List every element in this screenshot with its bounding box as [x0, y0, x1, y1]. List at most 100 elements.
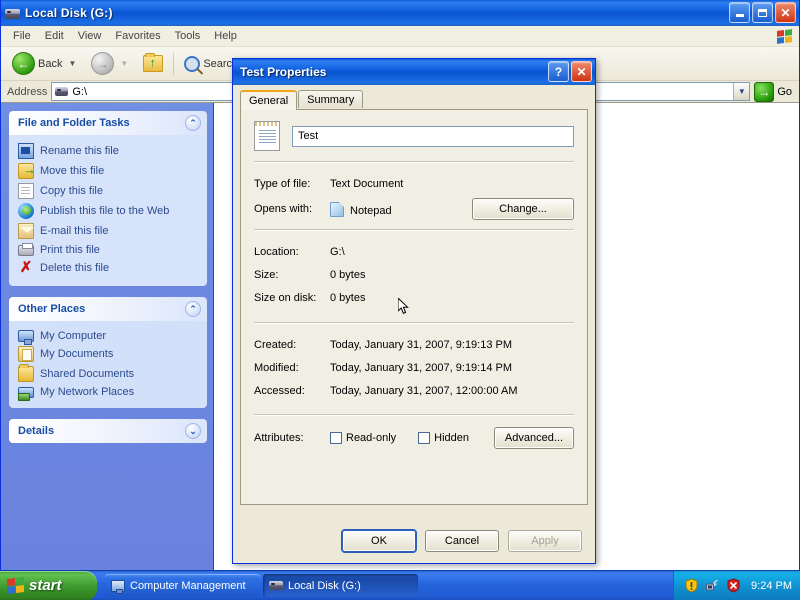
sidebar-item-print-this-file[interactable]: Print this file — [18, 241, 202, 258]
windows-logo-icon — [773, 27, 795, 46]
hidden-label: Hidden — [434, 432, 469, 444]
taskbar: start Computer Management Local Disk (G:… — [0, 570, 800, 600]
explorer-title: Local Disk (G:) — [25, 6, 113, 20]
cancel-button[interactable]: Cancel — [425, 530, 499, 552]
up-folder-icon — [143, 53, 164, 72]
forward-arrow-icon: → — [91, 52, 115, 75]
my-documents-icon — [18, 346, 34, 362]
network-activity-icon[interactable] — [705, 578, 720, 593]
go-label: Go — [777, 85, 792, 98]
properties-dialog: Test Properties ? ✕ General Summary Test… — [232, 58, 596, 564]
menu-view[interactable]: View — [71, 28, 109, 44]
hard-disk-icon — [269, 581, 283, 590]
taskbar-button-local-disk[interactable]: Local Disk (G:) — [263, 574, 418, 597]
taskbar-button-computer-management[interactable]: Computer Management — [105, 574, 260, 597]
system-tray: 9:24 PM — [673, 570, 800, 600]
address-label: Address — [7, 85, 48, 98]
sidebar-item-my-documents[interactable]: My Documents — [18, 344, 202, 364]
menu-edit[interactable]: Edit — [38, 28, 71, 44]
opens-with-value: Notepad — [330, 201, 472, 217]
field-label: Opens with: — [254, 203, 313, 215]
dialog-title: Test Properties — [240, 65, 327, 79]
maximize-restore-button[interactable] — [752, 2, 773, 23]
panel-title: Details — [18, 425, 55, 437]
panel-header[interactable]: Details ⌄ — [9, 419, 207, 443]
chevron-up-icon[interactable]: ⌃ — [185, 115, 201, 131]
help-button[interactable]: ? — [548, 61, 569, 82]
security-alert-shield-icon[interactable] — [684, 578, 699, 593]
back-dropdown-icon[interactable]: ▼ — [68, 59, 76, 68]
dialog-window-controls: ? ✕ — [548, 61, 592, 82]
explorer-titlebar[interactable]: Local Disk (G:) ✕ — [1, 0, 799, 26]
forward-button[interactable]: → ▼ — [86, 50, 136, 77]
advanced-button[interactable]: Advanced... — [493, 427, 574, 449]
sidebar-item-my-network-places[interactable]: My Network Places — [18, 384, 202, 401]
chevron-up-icon[interactable]: ⌃ — [185, 301, 201, 317]
chevron-down-icon[interactable]: ⌄ — [185, 423, 201, 439]
file-name-input[interactable]: Test — [292, 125, 574, 147]
sidebar-item-label: My Computer — [40, 329, 107, 342]
back-button[interactable]: ← Back ▼ — [7, 50, 84, 77]
panel-details: Details ⌄ — [9, 419, 207, 443]
sidebar-item-label: Rename this file — [40, 145, 119, 157]
minimize-button[interactable] — [729, 2, 750, 23]
panel-file-and-folder-tasks: File and Folder Tasks ⌃ Rename this file… — [9, 111, 207, 286]
file-name-row: Test — [254, 121, 574, 151]
checkbox-box[interactable] — [330, 432, 342, 444]
back-arrow-icon: ← — [12, 52, 35, 75]
field-value: 0 bytes — [330, 269, 366, 281]
hidden-checkbox[interactable]: Hidden — [418, 432, 469, 444]
field-label: Accessed: — [254, 385, 305, 397]
sidebar-item-shared-documents[interactable]: Shared Documents — [18, 364, 202, 384]
sidebar-item-label: Publish this file to the Web — [40, 205, 170, 217]
panel-title: File and Folder Tasks — [18, 117, 130, 129]
dialog-footer: OK Cancel Apply — [233, 519, 595, 563]
go-button[interactable]: → Go — [754, 81, 796, 102]
menu-favorites[interactable]: Favorites — [108, 28, 167, 44]
address-value: G:\ — [72, 85, 88, 98]
dialog-titlebar[interactable]: Test Properties ? ✕ — [233, 59, 595, 85]
sidebar-item-publish-this-file-to-the-web[interactable]: Publish this file to the Web — [18, 201, 202, 221]
explorer-sidebar: File and Folder Tasks ⌃ Rename this file… — [1, 103, 213, 576]
row-opens-with: Opens with: Notepad Change... — [254, 198, 574, 220]
menu-help[interactable]: Help — [207, 28, 244, 44]
sidebar-item-move-this-file[interactable]: Move this file — [18, 161, 202, 181]
sidebar-item-email-this-file[interactable]: E-mail this file — [18, 221, 202, 241]
divider — [254, 414, 574, 416]
change-button[interactable]: Change... — [472, 198, 574, 220]
menu-tools[interactable]: Tools — [168, 28, 208, 44]
close-button[interactable]: ✕ — [775, 2, 796, 23]
sidebar-item-rename-this-file[interactable]: Rename this file — [18, 141, 202, 161]
panel-body: My Computer My Documents Shared Document… — [9, 321, 207, 408]
clock[interactable]: 9:24 PM — [751, 580, 792, 592]
sidebar-item-my-computer[interactable]: My Computer — [18, 327, 202, 345]
text-document-icon — [254, 121, 280, 151]
shared-documents-icon — [18, 364, 34, 382]
row-modified: Modified: Today, January 31, 2007, 9:19:… — [254, 358, 574, 378]
antivirus-shield-icon[interactable] — [726, 578, 741, 593]
toolbar-separator — [173, 52, 175, 75]
taskbar-buttons: Computer Management Local Disk (G:) — [105, 574, 418, 597]
checkbox-box[interactable] — [418, 432, 431, 444]
row-size-on-disk: Size on disk: 0 bytes — [254, 288, 574, 308]
panel-header[interactable]: File and Folder Tasks ⌃ — [9, 111, 207, 135]
up-button[interactable] — [138, 53, 168, 74]
taskbar-button-label: Computer Management — [130, 579, 246, 592]
network-places-icon — [18, 386, 34, 401]
row-size: Size: 0 bytes — [254, 265, 574, 285]
readonly-checkbox[interactable]: Read-only — [330, 432, 396, 444]
attributes-label: Attributes: — [254, 432, 304, 444]
ok-button[interactable]: OK — [342, 530, 416, 552]
mouse-cursor — [398, 298, 410, 316]
print-icon — [18, 243, 34, 256]
address-dropdown-icon[interactable]: ▼ — [733, 83, 750, 100]
panel-header[interactable]: Other Places ⌃ — [9, 297, 207, 321]
sidebar-item-copy-this-file[interactable]: Copy this file — [18, 181, 202, 201]
close-button[interactable]: ✕ — [571, 61, 592, 82]
menu-file[interactable]: File — [6, 28, 38, 44]
tab-general[interactable]: General — [240, 90, 298, 110]
sidebar-item-label: Delete this file — [40, 262, 110, 274]
tab-summary[interactable]: Summary — [298, 90, 364, 108]
sidebar-item-delete-this-file[interactable]: ✗ Delete this file — [18, 258, 202, 278]
start-button[interactable]: start — [0, 570, 97, 600]
